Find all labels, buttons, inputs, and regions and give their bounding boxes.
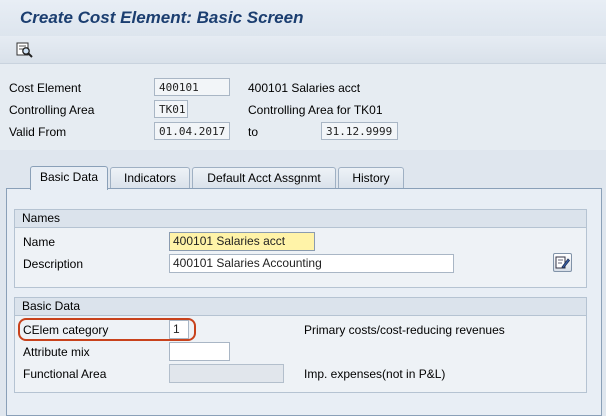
basic-data-group-title: Basic Data <box>15 298 586 316</box>
functional-area-label: Functional Area <box>23 367 107 381</box>
valid-from-label: Valid From <box>9 125 67 139</box>
names-group-title: Names <box>15 210 586 228</box>
tab-history[interactable]: History <box>338 167 404 189</box>
name-input[interactable]: 400101 Salaries acct <box>169 232 315 251</box>
controlling-area-label: Controlling Area <box>9 103 95 117</box>
cost-element-field[interactable]: 400101 <box>154 78 230 96</box>
valid-from-field[interactable]: 01.04.2017 <box>154 122 230 140</box>
functional-area-input[interactable] <box>169 364 284 383</box>
controlling-area-field[interactable]: TK01 <box>154 100 188 118</box>
page-title: Create Cost Element: Basic Screen <box>20 8 304 27</box>
valid-to-label: to <box>248 125 259 139</box>
tab-basic-data[interactable]: Basic Data <box>30 166 108 190</box>
functional-area-text: Imp. expenses(not in P&L) <box>304 367 446 381</box>
controlling-area-text: Controlling Area for TK01 <box>248 103 383 117</box>
cost-element-label: Cost Element <box>9 81 82 95</box>
valid-to-field[interactable]: 31.12.9999 <box>321 122 398 140</box>
display-change-button[interactable] <box>14 40 36 60</box>
celem-category-highlight <box>18 318 196 341</box>
tab-indicators[interactable]: Indicators <box>110 167 190 189</box>
description-input[interactable]: 400101 Salaries Accounting <box>169 254 454 273</box>
application-toolbar <box>0 36 606 64</box>
name-label: Name <box>23 235 56 249</box>
attribute-mix-label: Attribute mix <box>23 345 90 359</box>
attribute-mix-input[interactable] <box>169 342 230 361</box>
celem-category-text: Primary costs/cost-reducing revenues <box>304 323 505 337</box>
cost-element-text: 400101 Salaries acct <box>248 81 361 95</box>
tab-default-acct-assgnmt[interactable]: Default Acct Assgnmt <box>192 167 336 189</box>
edit-pencil-icon <box>555 256 571 269</box>
long-text-button[interactable] <box>553 253 572 272</box>
description-label: Description <box>23 257 84 271</box>
display-change-icon <box>16 42 33 58</box>
